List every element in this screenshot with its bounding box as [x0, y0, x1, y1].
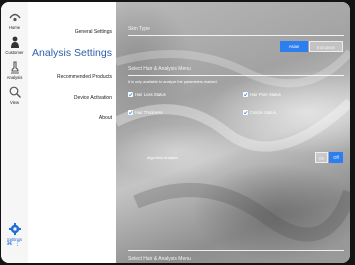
checkbox-check-icon	[243, 110, 248, 115]
device-frame: Home Customer Analysis View Settings ⌘⋮ …	[0, 0, 355, 265]
wifi-icon: ⌘	[6, 241, 15, 247]
checkbox-check-icon	[243, 92, 248, 97]
divider	[128, 75, 344, 76]
checkbox-label: Hair Thickness	[135, 110, 163, 115]
menu-item-recommended-products[interactable]: Recommended Products	[57, 74, 112, 80]
sidebar-item-settings[interactable]: Settings	[1, 222, 28, 242]
algorithm-on-option[interactable]: On	[315, 152, 328, 163]
sidebar-item-label: Analysis	[6, 75, 23, 80]
checkbox-check-icon	[128, 92, 133, 97]
sidebar-item-home[interactable]: Home	[1, 10, 28, 30]
sidebar-item-label: Home	[8, 25, 21, 30]
checkbox-label: Hair Pore Status	[250, 92, 281, 97]
analysis-icon	[10, 61, 19, 74]
settings-menu: General Settings Analysis Settings Recom…	[28, 2, 116, 263]
checkbox-label: Hair Loss Status	[135, 92, 166, 97]
gear-icon	[8, 223, 21, 235]
algorithm-analysis-label: Algorithm Analysis	[147, 156, 179, 160]
screen: Home Customer Analysis View Settings ⌘⋮ …	[1, 2, 350, 263]
divider	[128, 35, 344, 36]
menu-item-general-settings[interactable]: General Settings	[75, 29, 112, 35]
customer-icon	[10, 36, 19, 48]
menu-item-analysis-settings[interactable]: Analysis Settings	[32, 47, 112, 59]
checkbox-label: Cuticle Status	[250, 110, 276, 115]
skin-type-asian-option[interactable]: Asian	[280, 41, 308, 52]
menu-item-about[interactable]: About	[99, 115, 112, 121]
sidebar-item-analysis[interactable]: Analysis	[1, 60, 28, 80]
hair-menu-hint: It is only available to analyze the para…	[128, 80, 218, 84]
skin-type-title: Skin Type	[128, 26, 150, 32]
signal-icon: ⋮	[14, 241, 23, 247]
search-icon	[9, 86, 21, 98]
sidebar-item-label: View	[9, 100, 19, 105]
status-icons: ⌘⋮	[1, 240, 28, 247]
sidebar-item-view[interactable]: View	[1, 85, 28, 105]
menu-item-device-activation[interactable]: Device Activation	[74, 95, 112, 101]
home-icon	[8, 13, 21, 22]
divider	[128, 250, 344, 251]
algorithm-off-option[interactable]: Off	[329, 152, 343, 163]
analysis-settings-panel: Skin Type Asian European Select Hair & A…	[116, 2, 350, 263]
bottom-section-title: Select Hair & Analysis Menu	[128, 256, 191, 262]
sidebar-item-label: Customer	[5, 50, 24, 55]
sidebar-item-customer[interactable]: Customer	[1, 35, 28, 55]
sidebar: Home Customer Analysis View Settings ⌘⋮	[1, 2, 29, 263]
hair-menu-title: Select Hair & Analysis Menu	[128, 66, 191, 72]
skin-type-european-option[interactable]: European	[309, 41, 343, 52]
checkbox-check-icon	[128, 110, 133, 115]
